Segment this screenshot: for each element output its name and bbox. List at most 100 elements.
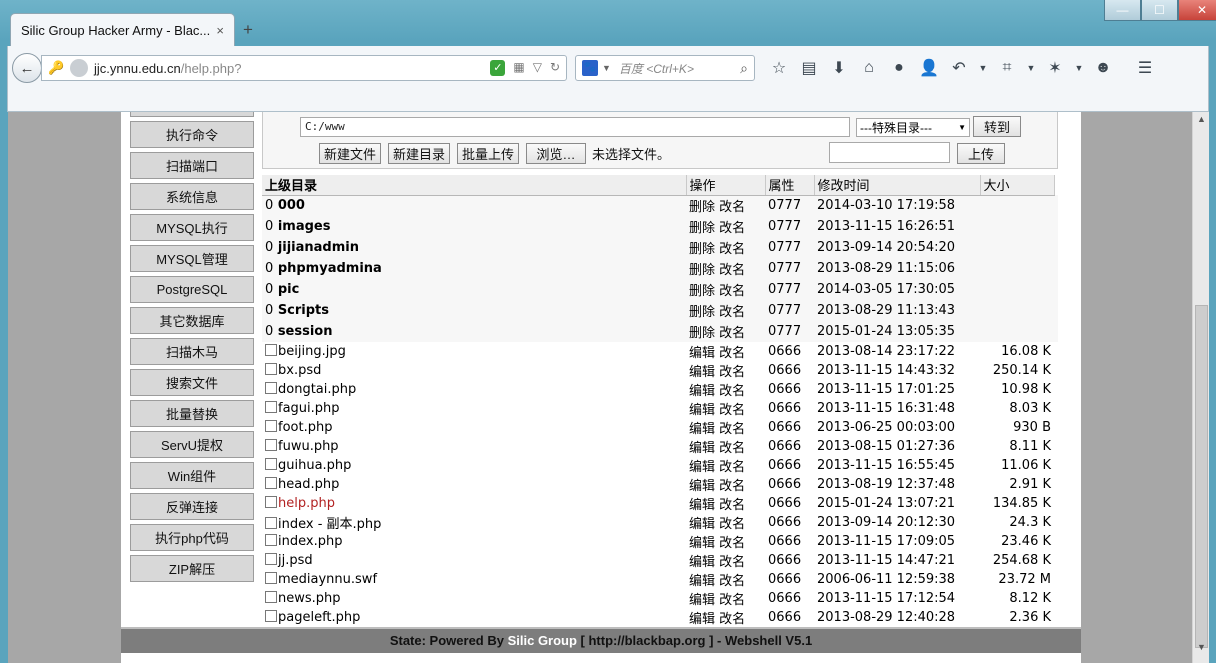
edit-link[interactable]: 编辑	[689, 498, 715, 513]
file-link[interactable]: pageleft.php	[278, 610, 360, 625]
edit-link[interactable]: 编辑	[689, 346, 715, 361]
bug-dropdown-icon[interactable]: ▼	[1070, 57, 1088, 79]
mtime-cell[interactable]: 2013-06-25 00:03:00	[814, 418, 980, 437]
file-link[interactable]: beijing.jpg	[278, 344, 346, 359]
dir-link[interactable]: session	[278, 324, 333, 339]
mtime-cell[interactable]: 2014-03-10 17:19:58	[814, 195, 980, 216]
attr-cell[interactable]: 0666	[765, 532, 814, 551]
attr-cell[interactable]: 0777	[765, 321, 814, 342]
file-checkbox[interactable]	[265, 420, 277, 432]
edit-link[interactable]: 编辑	[689, 612, 715, 627]
dropdown-icon[interactable]: ▽	[533, 60, 542, 76]
sidebar-item-exec-php[interactable]: 执行php代码	[130, 524, 254, 551]
scroll-thumb[interactable]	[1195, 305, 1208, 648]
upload-button[interactable]: 上传	[957, 143, 1005, 164]
dir-link[interactable]: jijianadmin	[278, 240, 359, 255]
file-link[interactable]: mediaynnu.swf	[278, 572, 377, 587]
tab-close-icon[interactable]: ×	[216, 23, 224, 38]
mtime-cell[interactable]: 2013-08-29 11:13:43	[814, 300, 980, 321]
attr-cell[interactable]: 0666	[765, 380, 814, 399]
delete-link[interactable]: 删除	[689, 263, 715, 278]
chat-icon[interactable]: ●	[884, 57, 914, 79]
file-checkbox[interactable]	[265, 572, 277, 584]
sidebar-item-reverse-shell[interactable]: 反弹连接	[130, 493, 254, 520]
attr-cell[interactable]: 0666	[765, 418, 814, 437]
mtime-cell[interactable]: 2013-11-15 16:31:48	[814, 399, 980, 418]
dir-name-cell[interactable]: 0 pic	[262, 279, 686, 300]
edit-link[interactable]: 编辑	[689, 403, 715, 418]
attr-cell[interactable]: 0666	[765, 608, 814, 627]
dir-link[interactable]: pic	[278, 282, 299, 297]
sidebar-item-search-file[interactable]: 搜索文件	[130, 369, 254, 396]
scroll-up-icon[interactable]: ▲	[1197, 114, 1206, 124]
browser-tab[interactable]: Silic Group Hacker Army - Blac... ×	[10, 13, 235, 47]
mtime-cell[interactable]: 2013-11-15 16:26:51	[814, 216, 980, 237]
delete-link[interactable]: 删除	[689, 242, 715, 257]
dir-link[interactable]: Scripts	[278, 303, 329, 318]
path-input[interactable]: C:/www	[300, 117, 850, 137]
mtime-cell[interactable]: 2015-01-24 13:05:35	[814, 321, 980, 342]
url-bar[interactable]: 🔑 jjc.ynnu.edu.cn/help.php? ✓ ▦ ▽ ↻	[41, 55, 567, 81]
goto-button[interactable]: 转到	[973, 116, 1021, 137]
edit-link[interactable]: 编辑	[689, 517, 715, 532]
maximize-button[interactable]: ☐	[1141, 0, 1178, 21]
rename-link[interactable]: 改名	[719, 221, 745, 236]
mtime-cell[interactable]: 2013-09-14 20:12:30	[814, 513, 980, 532]
rename-link[interactable]: 改名	[719, 242, 745, 257]
mtime-cell[interactable]: 2013-11-15 17:12:54	[814, 589, 980, 608]
file-checkbox[interactable]	[265, 517, 277, 529]
rename-link[interactable]: 改名	[719, 365, 745, 380]
rename-link[interactable]: 改名	[719, 403, 745, 418]
attr-cell[interactable]: 0777	[765, 258, 814, 279]
edit-link[interactable]: 编辑	[689, 460, 715, 475]
rename-link[interactable]: 改名	[719, 574, 745, 589]
mtime-cell[interactable]: 2013-08-29 11:15:06	[814, 258, 980, 279]
reload-icon[interactable]: ↻	[550, 60, 560, 76]
search-input[interactable]: 百度 <Ctrl+K>	[619, 60, 740, 77]
attr-cell[interactable]: 0777	[765, 237, 814, 258]
edit-link[interactable]: 编辑	[689, 365, 715, 380]
mtime-cell[interactable]: 2013-09-14 20:54:20	[814, 237, 980, 258]
upload-path-input[interactable]	[829, 142, 950, 163]
download-icon[interactable]: ⬇	[824, 57, 854, 79]
dir-link[interactable]: phpmyadmina	[278, 261, 382, 276]
mtime-cell[interactable]: 2013-08-14 23:17:22	[814, 342, 980, 361]
rename-link[interactable]: 改名	[719, 422, 745, 437]
dir-link[interactable]: images	[278, 219, 331, 234]
file-checkbox[interactable]	[265, 382, 277, 394]
sidebar-item-batch-replace[interactable]: 批量替换	[130, 400, 254, 427]
delete-link[interactable]: 删除	[689, 305, 715, 320]
smiley-icon[interactable]: ☻	[1088, 57, 1118, 79]
file-checkbox[interactable]	[265, 477, 277, 489]
file-checkbox[interactable]	[265, 534, 277, 546]
file-checkbox[interactable]	[265, 553, 277, 565]
sidebar-item-win-component[interactable]: Win组件	[130, 462, 254, 489]
attr-cell[interactable]: 0666	[765, 589, 814, 608]
attr-cell[interactable]: 0777	[765, 216, 814, 237]
minimize-button[interactable]: —	[1104, 0, 1141, 21]
rename-link[interactable]: 改名	[719, 555, 745, 570]
back-button[interactable]: ←	[12, 53, 42, 83]
file-link[interactable]: dongtai.php	[278, 382, 356, 397]
delete-link[interactable]: 删除	[689, 284, 715, 299]
mtime-cell[interactable]: 2013-11-15 17:01:25	[814, 380, 980, 399]
home-icon[interactable]: ⌂	[854, 57, 884, 79]
mtime-cell[interactable]: 2013-11-15 16:55:45	[814, 456, 980, 475]
sidebar-item-servu[interactable]: ServU提权	[130, 431, 254, 458]
dir-name-cell[interactable]: 0 images	[262, 216, 686, 237]
attr-cell[interactable]: 0666	[765, 342, 814, 361]
rename-link[interactable]: 改名	[719, 305, 745, 320]
batch-upload-button[interactable]: 批量上传	[457, 143, 519, 164]
file-checkbox[interactable]	[265, 401, 277, 413]
dir-link[interactable]: 000	[278, 198, 305, 213]
dir-name-cell[interactable]: 0 Scripts	[262, 300, 686, 321]
rename-link[interactable]: 改名	[719, 284, 745, 299]
search-icon[interactable]: ⌕	[740, 60, 748, 77]
rename-link[interactable]: 改名	[719, 479, 745, 494]
rename-link[interactable]: 改名	[719, 200, 745, 215]
edit-link[interactable]: 编辑	[689, 574, 715, 589]
new-tab-button[interactable]: +	[243, 20, 253, 40]
file-link[interactable]: index.php	[278, 534, 342, 549]
reading-list-icon[interactable]: ▤	[794, 57, 824, 79]
delete-link[interactable]: 删除	[689, 326, 715, 341]
